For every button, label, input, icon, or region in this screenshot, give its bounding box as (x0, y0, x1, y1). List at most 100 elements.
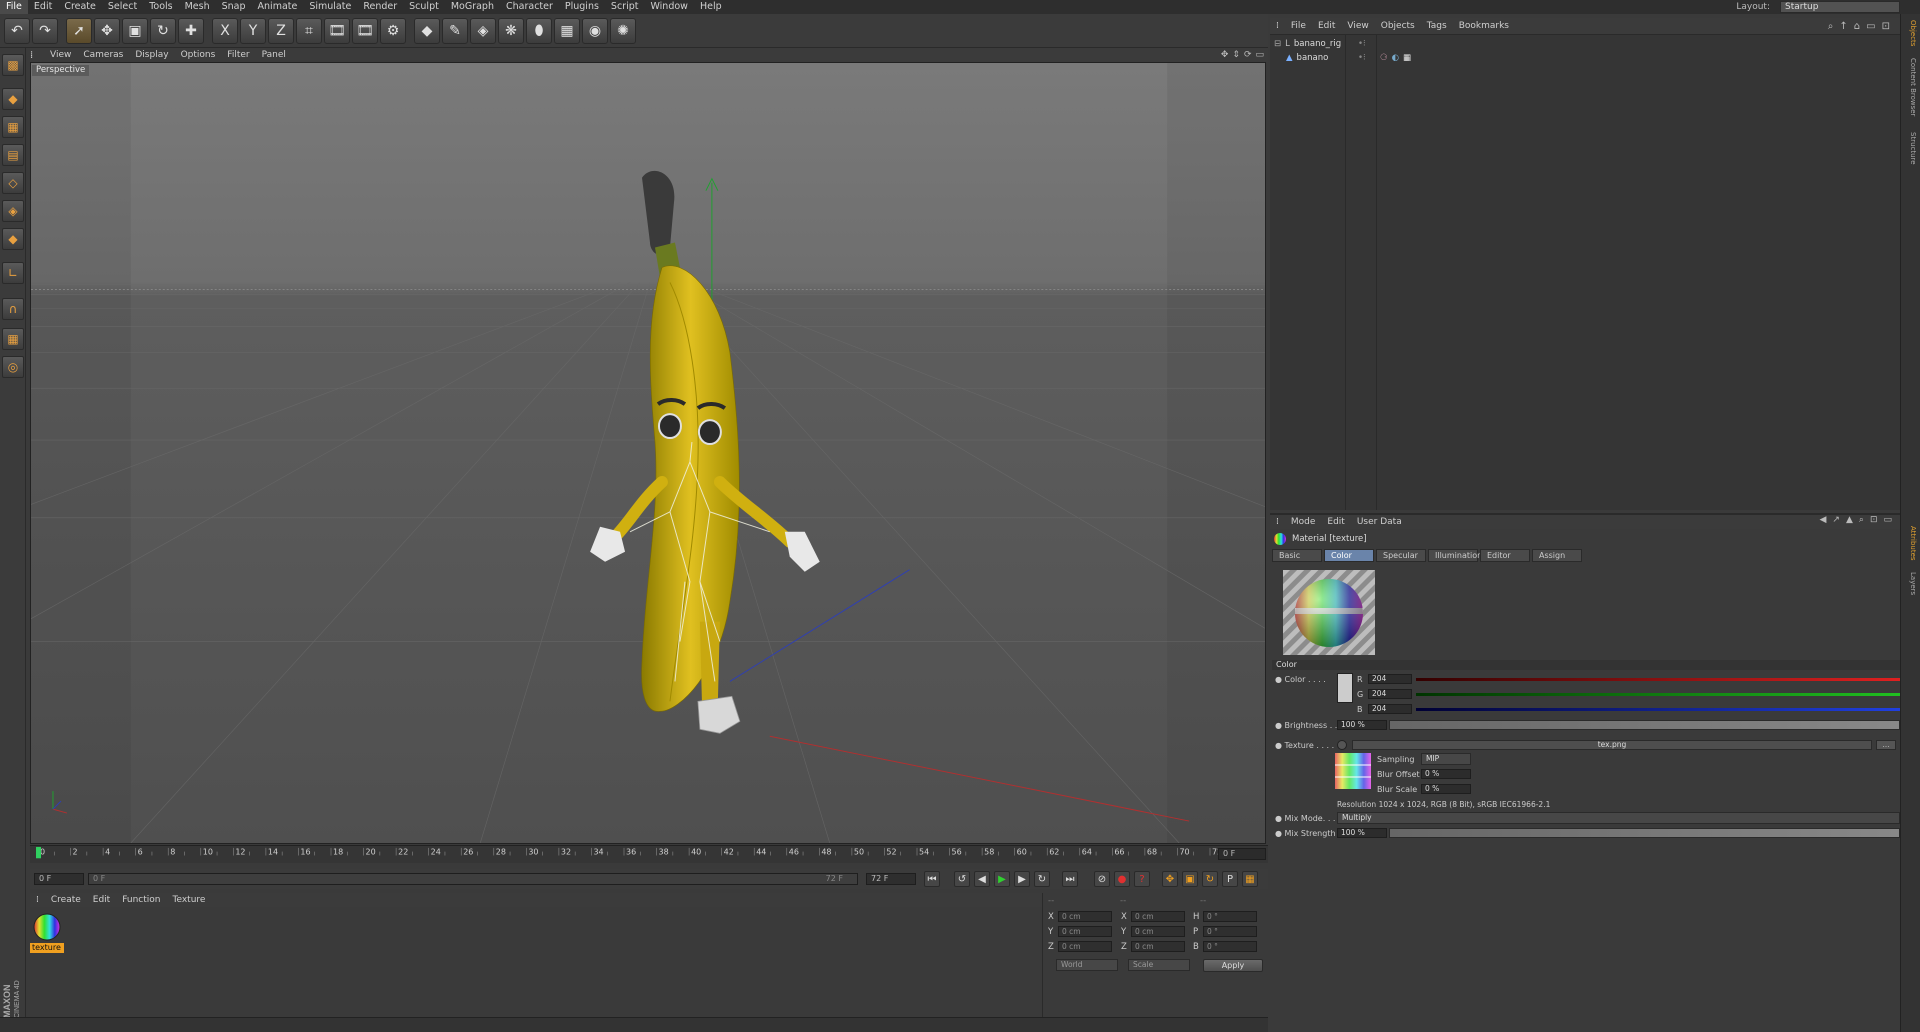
apply-button[interactable]: Apply (1203, 959, 1263, 972)
panel-grip-icon[interactable]: ⁞ (1270, 21, 1285, 31)
material-menu-texture[interactable]: Texture (167, 895, 212, 905)
camera-icon[interactable]: ◉ (582, 18, 608, 44)
home-icon[interactable]: ⌂ (1854, 21, 1860, 32)
rail-tab-layers[interactable]: Layers (1903, 572, 1917, 595)
zoom-icon[interactable]: ⇕ (1232, 50, 1240, 60)
visibility-dots-rig[interactable]: •⁝ (1358, 38, 1366, 51)
coord-p-rot[interactable]: 0 ° (1203, 926, 1257, 937)
render-settings-icon[interactable]: ⚙ (380, 18, 406, 44)
lock-x-icon[interactable]: X (212, 18, 238, 44)
coord-z-size[interactable]: 0 cm (1131, 941, 1185, 952)
polygons-mode-icon[interactable]: ◆ (2, 228, 24, 250)
object-name[interactable]: banano_rig (1294, 38, 1341, 51)
object-menu-tags[interactable]: Tags (1421, 21, 1453, 31)
lock-icon[interactable]: ⊡ (1870, 515, 1878, 525)
key-scale-icon[interactable]: ▣ (1182, 871, 1198, 887)
tab-editor[interactable]: Editor (1480, 549, 1530, 562)
menu-help[interactable]: Help (694, 0, 728, 14)
attribute-menu-edit[interactable]: Edit (1321, 517, 1350, 527)
start-frame-field[interactable]: 0 F (34, 873, 84, 885)
snap-icon[interactable]: ∩ (2, 298, 24, 320)
menu-simulate[interactable]: Simulate (303, 0, 357, 14)
deformer-icon[interactable]: ⬮ (526, 18, 552, 44)
object-menu-bookmarks[interactable]: Bookmarks (1453, 21, 1515, 31)
timeline-ruler[interactable]: 0 2 4 6 8 10 12 14 16 18 20 22 24 26 28 30 32 34 36 38 40 42 4… (30, 845, 1268, 863)
rail-tab-content-browser[interactable]: Content Browser (1903, 58, 1917, 116)
prev-key-icon[interactable]: ↺ (954, 871, 970, 887)
key-param-icon[interactable]: P (1222, 871, 1238, 887)
move-icon[interactable]: ✥ (94, 18, 120, 44)
attribute-menu-user-data[interactable]: User Data (1351, 517, 1408, 527)
new-view-icon[interactable]: ▭ (1883, 515, 1892, 525)
rotate-icon[interactable]: ↻ (150, 18, 176, 44)
g-value-field[interactable]: 204 (1368, 689, 1412, 699)
key-rotation-icon[interactable]: ↻ (1202, 871, 1218, 887)
rail-tab-structure[interactable]: Structure (1903, 132, 1917, 165)
menu-file[interactable]: File (0, 0, 28, 14)
lock-icon[interactable]: ⊡ (1882, 21, 1890, 32)
next-key-icon[interactable]: ↻ (1034, 871, 1050, 887)
material-manager-area[interactable] (30, 907, 1042, 1017)
menu-character[interactable]: Character (500, 0, 559, 14)
brightness-value-field[interactable]: 100 % (1337, 720, 1387, 730)
edges-mode-icon[interactable]: ◈ (2, 200, 24, 222)
panel-grip-icon[interactable]: ⁞ (30, 50, 44, 61)
undo-icon[interactable]: ↶ (4, 18, 30, 44)
menu-plugins[interactable]: Plugins (559, 0, 605, 14)
model-mode-icon[interactable]: ▩ (2, 54, 24, 76)
object-menu-view[interactable]: View (1341, 21, 1374, 31)
coord-h-rot[interactable]: 0 ° (1203, 911, 1257, 922)
new-view-icon[interactable]: ▭ (1866, 21, 1875, 32)
goto-start-icon[interactable]: ⏮ (924, 871, 940, 887)
redo-icon[interactable]: ↷ (32, 18, 58, 44)
coord-b-rot[interactable]: 0 ° (1203, 941, 1257, 952)
render-picture-viewer-icon[interactable]: 🎞 (352, 18, 378, 44)
material-name-label[interactable]: texture (30, 943, 64, 953)
viewport-menu-display[interactable]: Display (129, 50, 174, 60)
menu-mesh[interactable]: Mesh (179, 0, 216, 14)
key-pla-icon[interactable]: ▦ (1242, 871, 1258, 887)
material-menu-create[interactable]: Create (45, 895, 87, 905)
object-menu-objects[interactable]: Objects (1375, 21, 1421, 31)
viewport-menu-cameras[interactable]: Cameras (77, 50, 129, 60)
rail-tab-attributes[interactable]: Attributes (1903, 526, 1917, 561)
layout-select[interactable]: Startup (1780, 1, 1900, 13)
material-tag-icon[interactable]: ◐ (1392, 52, 1399, 65)
texture-thumbnail[interactable] (1335, 753, 1371, 789)
texture-menu-icon[interactable] (1337, 740, 1347, 750)
menu-create[interactable]: Create (58, 0, 102, 14)
up-arrow-icon[interactable]: ▲ (1846, 515, 1853, 525)
visibility-icon[interactable]: •⁝ (1358, 38, 1366, 51)
play-icon[interactable]: ▶ (994, 871, 1010, 887)
viewport-camera-label[interactable]: Perspective (32, 65, 90, 76)
viewport-menu-view[interactable]: View (44, 50, 77, 60)
r-value-field[interactable]: 204 (1368, 674, 1412, 684)
points-mode-icon[interactable]: ◇ (2, 172, 24, 194)
g-slider[interactable] (1416, 693, 1900, 696)
menu-edit[interactable]: Edit (28, 0, 58, 14)
tab-illumination[interactable]: Illumination (1428, 549, 1482, 562)
menu-tools[interactable]: Tools (143, 0, 178, 14)
search-icon[interactable]: ⌕ (1828, 21, 1834, 32)
add-object-icon[interactable]: ✚ (178, 18, 204, 44)
soft-selection-icon[interactable]: ◎ (2, 356, 24, 378)
texture-tag-icon[interactable]: ▦ (1403, 52, 1411, 65)
expand-icon[interactable]: ⊟ (1274, 38, 1281, 51)
live-selection-icon[interactable]: ➚ (66, 18, 92, 44)
key-position-icon[interactable]: ✥ (1162, 871, 1178, 887)
blur-scale-field[interactable]: 0 % (1421, 784, 1471, 794)
light-icon[interactable]: ✺ (610, 18, 636, 44)
object-name[interactable]: banano (1297, 52, 1329, 65)
end-frame-field[interactable]: 72 F (866, 873, 916, 885)
lock-y-icon[interactable]: Y (240, 18, 266, 44)
axis-mode-icon[interactable]: ∟ (2, 262, 24, 284)
mix-strength-slider[interactable] (1389, 828, 1900, 838)
object-menu-edit[interactable]: Edit (1312, 21, 1341, 31)
search-icon[interactable]: ⌕ (1859, 515, 1864, 525)
back-arrow-icon[interactable]: ◀ (1820, 515, 1827, 525)
menu-snap[interactable]: Snap (216, 0, 252, 14)
spline-pen-icon[interactable]: ✎ (442, 18, 468, 44)
menu-mograph[interactable]: MoGraph (445, 0, 500, 14)
viewport-menu-filter[interactable]: Filter (221, 50, 255, 60)
rail-tab-objects[interactable]: Objects (1903, 20, 1917, 46)
